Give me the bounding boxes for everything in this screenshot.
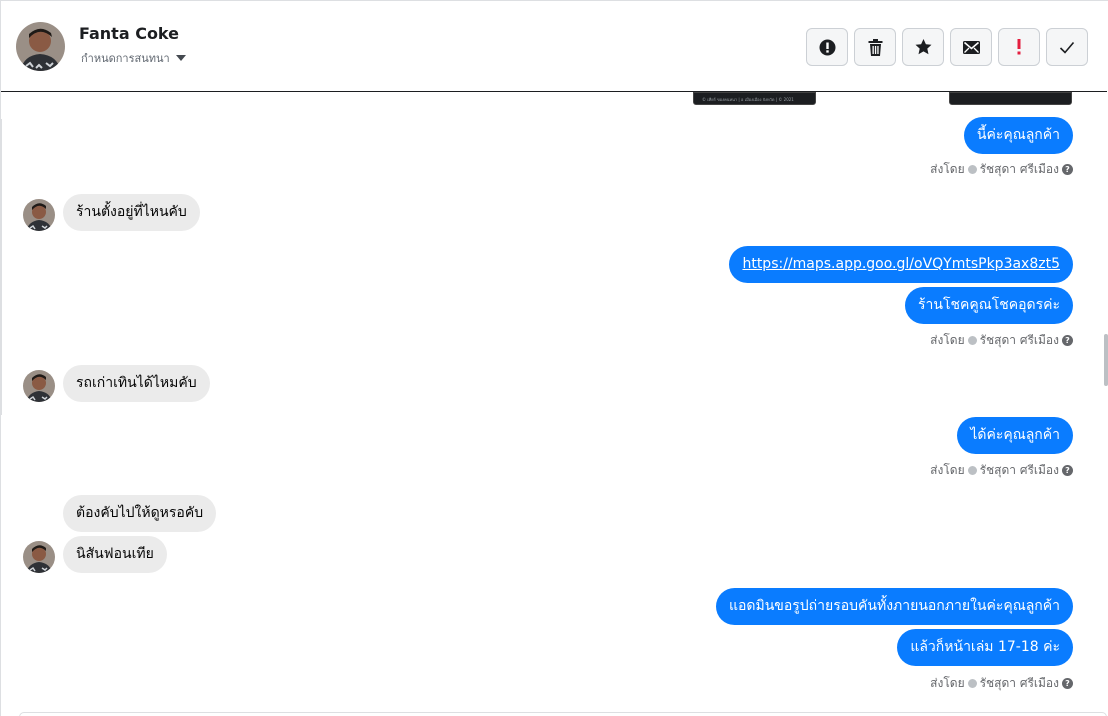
conversation-settings-label: กำหนดการสนทนา bbox=[81, 52, 170, 65]
contact-name: Fanta Coke bbox=[79, 24, 179, 43]
envelope-icon bbox=[962, 40, 980, 54]
agent-name[interactable]: รัชสุดา ศรีเมือง bbox=[980, 674, 1059, 693]
incoming-message[interactable]: ต้องคับไปให้ดูหรอคับ bbox=[63, 495, 217, 532]
outgoing-message[interactable]: แล้วก็หน้าเล่ม 17-18 ค่ะ bbox=[897, 629, 1073, 666]
star-button[interactable] bbox=[902, 28, 944, 66]
conversation-settings-dropdown[interactable]: กำหนดการสนทนา bbox=[81, 49, 186, 67]
question-icon[interactable]: ? bbox=[1062, 164, 1073, 175]
sent-by-info: ส่งโดย รัชสุดา ศรีเมือง ? bbox=[930, 331, 1073, 350]
outgoing-message[interactable]: ได้ค่ะคุณลูกค้า bbox=[957, 417, 1073, 454]
sent-by-label: ส่งโดย bbox=[930, 463, 965, 477]
incoming-message[interactable]: นิสันฟอนเทีย bbox=[63, 536, 167, 573]
sent-by-label: ส่งโดย bbox=[930, 333, 965, 347]
contact-avatar[interactable] bbox=[16, 22, 65, 71]
agent-status-icon bbox=[967, 336, 977, 345]
agent-name[interactable]: รัชสุดา ศรีเมือง bbox=[980, 461, 1059, 480]
image-attachment[interactable] bbox=[949, 92, 1072, 105]
question-icon[interactable]: ? bbox=[1062, 335, 1073, 346]
sent-by-info: ส่งโดย รัชสุดา ศรีเมือง ? bbox=[930, 461, 1073, 480]
agent-name[interactable]: รัชสุดา ศรีเมือง bbox=[980, 331, 1059, 350]
report-icon bbox=[819, 39, 836, 56]
checkmark-icon bbox=[1059, 41, 1075, 54]
sent-by-label: ส่งโดย bbox=[930, 162, 965, 176]
caret-down-icon bbox=[175, 55, 186, 61]
question-icon[interactable]: ? bbox=[1062, 465, 1073, 476]
trash-icon bbox=[868, 38, 883, 56]
agent-status-icon bbox=[967, 679, 977, 688]
image-attachment[interactable]: © เทียร์ ของคนหนา | อ เมืองเมือง จังหวัด… bbox=[693, 92, 816, 105]
outgoing-message[interactable]: แอดมินขอรูปถ่ายรอบคันทั้งภายนอกภายในค่ะค… bbox=[715, 588, 1073, 625]
sent-by-info: ส่งโดย รัชสุดา ศรีเมือง ? bbox=[930, 160, 1073, 179]
conversation-header: Fanta Coke กำหนดการสนทนา bbox=[1, 1, 1107, 92]
incoming-message[interactable]: ร้านตั้งอยู่ที่ไหนคับ bbox=[63, 194, 200, 231]
message-composer[interactable] bbox=[19, 712, 1107, 716]
outgoing-message[interactable]: ร้านโชคคูณโชคอุดรค่ะ bbox=[905, 287, 1073, 324]
outgoing-message[interactable]: นี้ค่ะคุณลูกค้า bbox=[963, 117, 1073, 154]
star-icon bbox=[915, 39, 932, 55]
question-icon[interactable]: ? bbox=[1062, 678, 1073, 689]
sent-by-info: ส่งโดย รัชสุดา ศรีเมือง ? bbox=[930, 674, 1073, 693]
outgoing-message-link[interactable]: https://maps.app.goo.gl/oVQYmtsPkp3ax8zt… bbox=[729, 246, 1073, 283]
agent-status-icon bbox=[967, 466, 977, 475]
conversation-toolbar bbox=[806, 28, 1088, 66]
exclamation-icon bbox=[1016, 39, 1022, 55]
spam-button[interactable] bbox=[998, 28, 1040, 66]
mark-done-button[interactable] bbox=[1046, 28, 1088, 66]
delete-button[interactable] bbox=[854, 28, 896, 66]
message-thread[interactable]: © เทียร์ ของคนหนา | อ เมืองเมือง จังหวัด… bbox=[1, 92, 1107, 716]
sent-by-label: ส่งโดย bbox=[930, 676, 965, 690]
sender-avatar[interactable] bbox=[23, 370, 55, 402]
thread-scrollbar[interactable] bbox=[1104, 334, 1108, 386]
sender-avatar[interactable] bbox=[23, 199, 55, 231]
mark-unread-button[interactable] bbox=[950, 28, 992, 66]
agent-name[interactable]: รัชสุดา ศรีเมือง bbox=[980, 160, 1059, 179]
image-caption: © เทียร์ ของคนหนา | อ เมืองเมือง จังหวัด… bbox=[702, 97, 794, 102]
report-button[interactable] bbox=[806, 28, 848, 66]
messenger-window: Fanta Coke กำหนดการสนทนา © เทียร์ ของคนห… bbox=[0, 0, 1108, 716]
incoming-message[interactable]: รถเก่าเทินได้ไหมคับ bbox=[63, 365, 210, 402]
map-link[interactable]: https://maps.app.goo.gl/oVQYmtsPkp3ax8zt… bbox=[742, 256, 1060, 272]
sender-avatar[interactable] bbox=[23, 541, 55, 573]
agent-status-icon bbox=[967, 165, 977, 174]
